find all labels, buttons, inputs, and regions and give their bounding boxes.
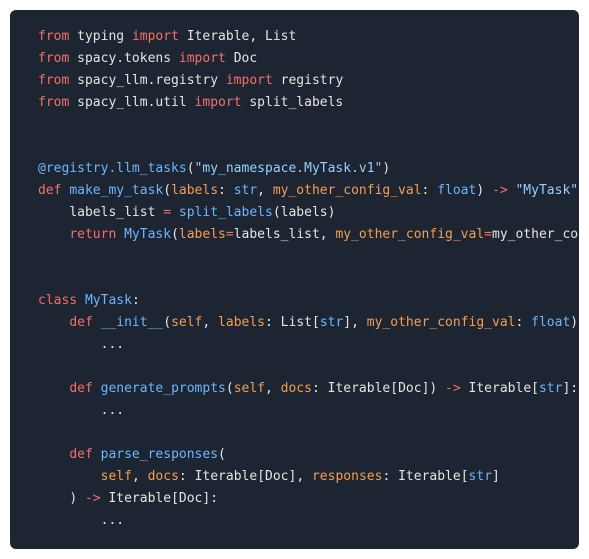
code-line: @registry.llm_tasks("my_namespace.MyTask… <box>38 158 579 180</box>
type: Doc <box>265 469 288 484</box>
type: str <box>320 315 343 330</box>
kwarg: my_other_config_val <box>335 227 484 242</box>
kw-import: import <box>132 29 179 44</box>
code-line <box>38 422 579 444</box>
var: labels_list <box>69 205 155 220</box>
param: my_other_config_val <box>367 315 516 330</box>
kw-from: from <box>38 51 69 66</box>
type: Iterable <box>469 381 532 396</box>
param: docs <box>148 469 179 484</box>
code-line: return MyTask(labels=labels_list, my_oth… <box>38 224 579 246</box>
fn-name: generate_prompts <box>101 381 226 396</box>
val: labels_list <box>234 227 320 242</box>
kw-def: def <box>69 315 92 330</box>
type: List <box>281 315 312 330</box>
mod: spacy_llm.util <box>77 95 187 110</box>
type: Iterable <box>195 469 258 484</box>
type: Iterable <box>328 381 391 396</box>
code-line: from spacy_llm.util import split_labels <box>38 92 579 114</box>
call: split_labels <box>179 205 273 220</box>
param: docs <box>281 381 312 396</box>
code-line: from typing import Iterable, List <box>38 26 579 48</box>
param: my_other_config_val <box>273 183 422 198</box>
arrow: -> <box>85 491 101 506</box>
code-line: def make_my_task(labels: str, my_other_c… <box>38 180 579 202</box>
imp: Doc <box>234 51 257 66</box>
type: Iterable <box>398 469 461 484</box>
mod: spacy.tokens <box>77 51 171 66</box>
param: self <box>234 381 265 396</box>
code-line: from spacy.tokens import Doc <box>38 48 579 70</box>
code-line: from spacy_llm.registry import registry <box>38 70 579 92</box>
ellipsis: ... <box>101 403 124 418</box>
ellipsis: ... <box>101 513 124 528</box>
arrow: -> <box>445 381 461 396</box>
kw-from: from <box>38 73 69 88</box>
code-line <box>38 246 579 268</box>
kw-def: def <box>69 447 92 462</box>
cls-name: MyTask <box>85 293 132 308</box>
imp: registry <box>281 73 344 88</box>
code-line: class MyTask: <box>38 290 579 312</box>
decorator: @registry.llm_tasks <box>38 161 187 176</box>
code-line: self, docs: Iterable[Doc], responses: It… <box>38 466 579 488</box>
param: labels <box>218 315 265 330</box>
code-line: ... <box>38 334 579 356</box>
type: Doc <box>179 491 202 506</box>
type: float <box>437 183 476 198</box>
type: float <box>531 315 570 330</box>
code-line: def parse_responses( <box>38 444 579 466</box>
fn-name: parse_responses <box>101 447 218 462</box>
fn-name: make_my_task <box>69 183 163 198</box>
param: self <box>101 469 132 484</box>
imp: split_labels <box>249 95 343 110</box>
kwarg: labels <box>179 227 226 242</box>
mod: spacy_llm.registry <box>77 73 218 88</box>
str-literal: "my_namespace.MyTask.v1" <box>195 161 383 176</box>
fn-name: __init__ <box>101 315 164 330</box>
code-line: labels_list = split_labels(labels) <box>38 202 579 224</box>
imp: Iterable, List <box>187 29 297 44</box>
kw-class: class <box>38 293 77 308</box>
param: responses <box>312 469 382 484</box>
kw-import: import <box>179 51 226 66</box>
ellipsis: ... <box>101 337 124 352</box>
type: str <box>469 469 492 484</box>
mod: typing <box>77 29 124 44</box>
cls-call: MyTask <box>124 227 171 242</box>
arg: labels <box>281 205 328 220</box>
code-line: ... <box>38 400 579 422</box>
type: Iterable <box>108 491 171 506</box>
kw-import: import <box>195 95 242 110</box>
type: str <box>539 381 562 396</box>
code-line: ) -> Iterable[Doc]: <box>38 488 579 510</box>
code-line <box>38 356 579 378</box>
ret-type: "MyTask" <box>515 183 578 198</box>
type: Doc <box>398 381 421 396</box>
op-eq: = <box>163 205 171 220</box>
kw-from: from <box>38 29 69 44</box>
kw-return: return <box>69 227 116 242</box>
code-line: ... <box>38 510 579 532</box>
code-line <box>38 136 579 158</box>
kw-def: def <box>69 381 92 396</box>
arrow: -> <box>492 183 508 198</box>
param: labels <box>171 183 218 198</box>
code-line: def __init__(self, labels: List[str], my… <box>38 312 579 334</box>
type: str <box>234 183 257 198</box>
code-line: def generate_prompts(self, docs: Iterabl… <box>38 378 579 400</box>
code-line <box>38 268 579 290</box>
val: my_other_con <box>492 227 579 242</box>
kw-from: from <box>38 95 69 110</box>
kw-def: def <box>38 183 61 198</box>
param: self <box>171 315 202 330</box>
code-line <box>38 114 579 136</box>
code-block: from typing import Iterable, List from s… <box>10 10 579 549</box>
kw-import: import <box>226 73 273 88</box>
